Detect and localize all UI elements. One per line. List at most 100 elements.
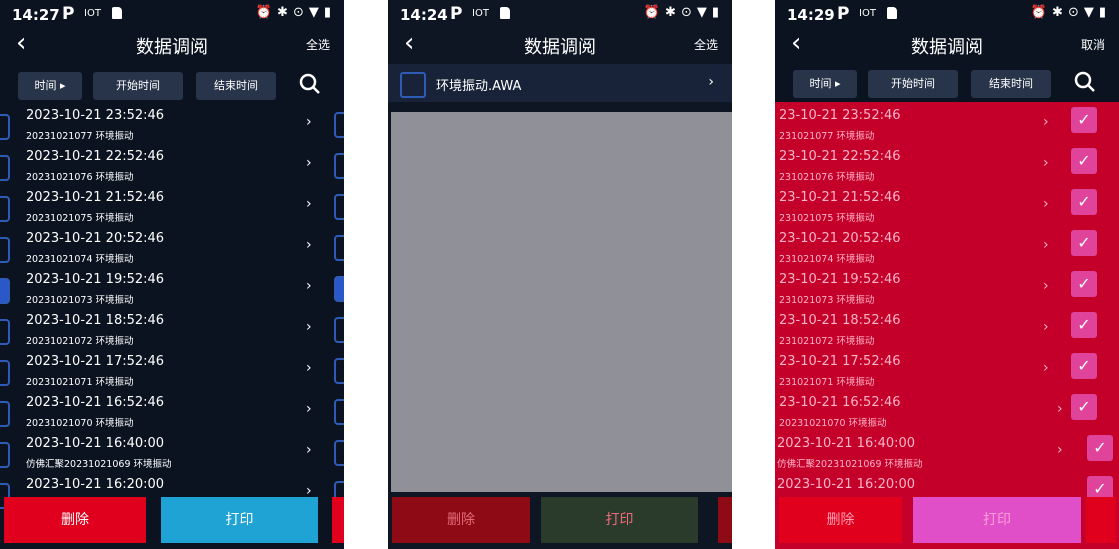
chevron-right-icon: › — [708, 74, 714, 90]
row-checkbox-ghost — [334, 276, 344, 302]
record-list: 2023-10-21 23:52:46 20231021077 环境振动 › 2023… — [0, 104, 344, 509]
delete-button[interactable]: 删除 — [779, 497, 902, 543]
record-datetime: 23-10-21 23:52:46 — [779, 108, 901, 123]
checkmark-icon[interactable]: ✓ — [1071, 148, 1097, 174]
row-checkbox[interactable] — [0, 196, 10, 222]
list-item[interactable]: 2023-10-21 16:40:00 仿佛汇聚20231021069 环境振动 ›… — [775, 432, 1113, 473]
list-item[interactable]: 2023-10-21 17:52:46 20231021071 环境振动 › — [0, 350, 344, 391]
record-subtitle: 20231021077 环境振动 — [26, 131, 134, 142]
chevron-right-icon: › — [1043, 155, 1049, 171]
list-item[interactable]: 23-10-21 22:52:46 231021076 环境振动 › ✓ — [775, 145, 1097, 186]
list-item[interactable]: 23-10-21 16:52:46 20231021070 环境振动 › ✓ — [775, 391, 1097, 432]
record-datetime: 23-10-21 19:52:46 — [779, 272, 901, 287]
checkmark-icon[interactable]: ✓ — [1071, 312, 1097, 338]
list-item[interactable]: 23-10-21 21:52:46 231021075 环境振动 › ✓ — [775, 186, 1097, 227]
list-item[interactable]: 23-10-21 19:52:46 231021073 环境振动 › ✓ — [775, 268, 1097, 309]
record-subtitle: 20231021071 环境振动 — [26, 377, 134, 388]
delete-button[interactable]: 删除 — [392, 497, 530, 543]
chevron-right-icon: › — [306, 401, 312, 417]
list-item[interactable]: 23-10-21 23:52:46 231021077 环境振动 › ✓ — [775, 104, 1097, 145]
start-time-button[interactable]: 开始时间 — [868, 70, 958, 98]
record-subtitle: 231021072 环境振动 — [779, 336, 875, 347]
list-item[interactable]: 23-10-21 18:52:46 231021072 环境振动 › ✓ — [775, 309, 1097, 350]
checkmark-icon[interactable]: ✓ — [1071, 230, 1097, 256]
row-checkbox[interactable] — [0, 319, 10, 345]
list-item[interactable]: 23-10-21 17:52:46 231021071 环境振动 › ✓ — [775, 350, 1097, 391]
checkmark-icon[interactable]: ✓ — [1071, 353, 1097, 379]
record-subtitle: 20231021073 环境振动 — [26, 295, 134, 306]
checkmark-icon[interactable]: ✓ — [1071, 189, 1097, 215]
record-subtitle: 20231021070 环境振动 — [26, 418, 134, 429]
end-time-button[interactable]: 结束时间 — [971, 70, 1051, 98]
print-button[interactable]: 打印 — [161, 497, 318, 543]
search-icon[interactable] — [1073, 70, 1097, 94]
file-checkbox[interactable] — [400, 72, 426, 98]
chevron-right-icon: › — [1057, 442, 1063, 458]
record-subtitle: 231021076 环境振动 — [779, 172, 875, 183]
row-checkbox[interactable] — [0, 278, 10, 304]
select-all-button[interactable]: 全选 — [306, 36, 330, 53]
status-icons: ⏰✱⊙▼▮ — [1030, 5, 1111, 20]
start-time-button[interactable]: 开始时间 — [93, 72, 183, 100]
page-title: 数据调阅 — [911, 37, 983, 58]
time-sort-button[interactable]: 时间 ▸ — [18, 72, 82, 100]
list-item[interactable]: 2023-10-21 19:52:46 20231021073 环境振动 › — [0, 268, 344, 309]
record-subtitle: 231021071 环境振动 — [779, 377, 875, 388]
loading-overlay — [391, 112, 732, 492]
list-item[interactable]: 2023-10-21 16:40:00 仿佛汇聚20231021069 环境振动 › — [0, 432, 344, 473]
row-checkbox[interactable] — [0, 442, 10, 468]
list-item[interactable]: 2023-10-21 23:52:46 20231021077 环境振动 › — [0, 104, 344, 145]
chevron-right-icon: › — [1043, 237, 1049, 253]
status-bar: 14:29 P IOT ⏰✱⊙▼▮ — [775, 0, 1119, 28]
iot-icon: IOT — [84, 8, 101, 19]
record-datetime: 2023-10-21 23:52:46 — [26, 108, 165, 123]
print-button[interactable]: 打印 — [913, 497, 1081, 543]
list-item[interactable]: 2023-10-21 18:52:46 20231021072 环境振动 › — [0, 309, 344, 350]
search-icon[interactable] — [298, 72, 322, 96]
chevron-right-icon: › — [306, 114, 312, 130]
cancel-button[interactable]: 取消 — [1081, 36, 1105, 53]
end-time-button[interactable]: 结束时间 — [196, 72, 276, 100]
record-datetime: 2023-10-21 16:40:00 — [777, 436, 916, 451]
row-checkbox[interactable] — [0, 114, 10, 140]
checkmark-icon[interactable]: ✓ — [1071, 394, 1097, 420]
file-row[interactable]: 环境振动.AWA › — [388, 64, 732, 102]
status-icons: ⏰✱⊙▼▮ — [643, 5, 724, 20]
chevron-right-icon: › — [306, 196, 312, 212]
row-checkbox-ghost — [334, 112, 344, 138]
chevron-right-icon: › — [1043, 196, 1049, 212]
delete-button[interactable]: 删除 — [4, 497, 146, 543]
record-list: 23-10-21 23:52:46 231021077 环境振动 › ✓ 23-10-2… — [775, 104, 1119, 502]
navbar: ‹ 数据调阅 取消 — [775, 28, 1119, 62]
record-subtitle: 231021077 环境振动 — [779, 131, 875, 142]
checkmark-icon[interactable]: ✓ — [1071, 271, 1097, 297]
navbar: ‹ 数据调阅 全选 — [388, 28, 732, 62]
row-checkbox[interactable] — [0, 360, 10, 386]
checkmark-icon[interactable]: ✓ — [1087, 435, 1113, 461]
list-item[interactable]: 2023-10-21 16:52:46 20231021070 环境振动 › — [0, 391, 344, 432]
select-all-button[interactable]: 全选 — [694, 36, 718, 53]
chevron-right-icon: › — [1057, 401, 1063, 417]
record-subtitle: 20231021074 环境振动 — [26, 254, 134, 265]
row-checkbox-ghost — [334, 235, 344, 261]
row-checkbox[interactable] — [0, 237, 10, 263]
print-button[interactable]: 打印 — [541, 497, 698, 543]
row-checkbox[interactable] — [0, 155, 10, 181]
record-datetime: 2023-10-21 20:52:46 — [26, 231, 165, 246]
record-datetime: 2023-10-21 16:52:46 — [26, 395, 165, 410]
delete-button-ghost — [332, 497, 344, 543]
record-datetime: 23-10-21 20:52:46 — [779, 231, 901, 246]
list-item[interactable]: 2023-10-21 22:52:46 20231021076 环境振动 › — [0, 145, 344, 186]
list-item[interactable]: 2023-10-21 20:52:46 20231021074 环境振动 › — [0, 227, 344, 268]
record-datetime: 23-10-21 16:52:46 — [779, 395, 901, 410]
record-subtitle: 20231021070 环境振动 — [779, 418, 887, 429]
row-checkbox[interactable] — [0, 401, 10, 427]
chevron-right-icon: › — [306, 155, 312, 171]
delete-button-ghost — [718, 497, 732, 543]
list-item[interactable]: 23-10-21 20:52:46 231021074 环境振动 › ✓ — [775, 227, 1097, 268]
checkmark-icon[interactable]: ✓ — [1071, 107, 1097, 133]
row-checkbox-ghost — [334, 153, 344, 179]
time-sort-button[interactable]: 时间 ▸ — [793, 70, 857, 98]
bottom-bar: 删除 打印 — [775, 497, 1119, 549]
list-item[interactable]: 2023-10-21 21:52:46 20231021075 环境振动 › — [0, 186, 344, 227]
